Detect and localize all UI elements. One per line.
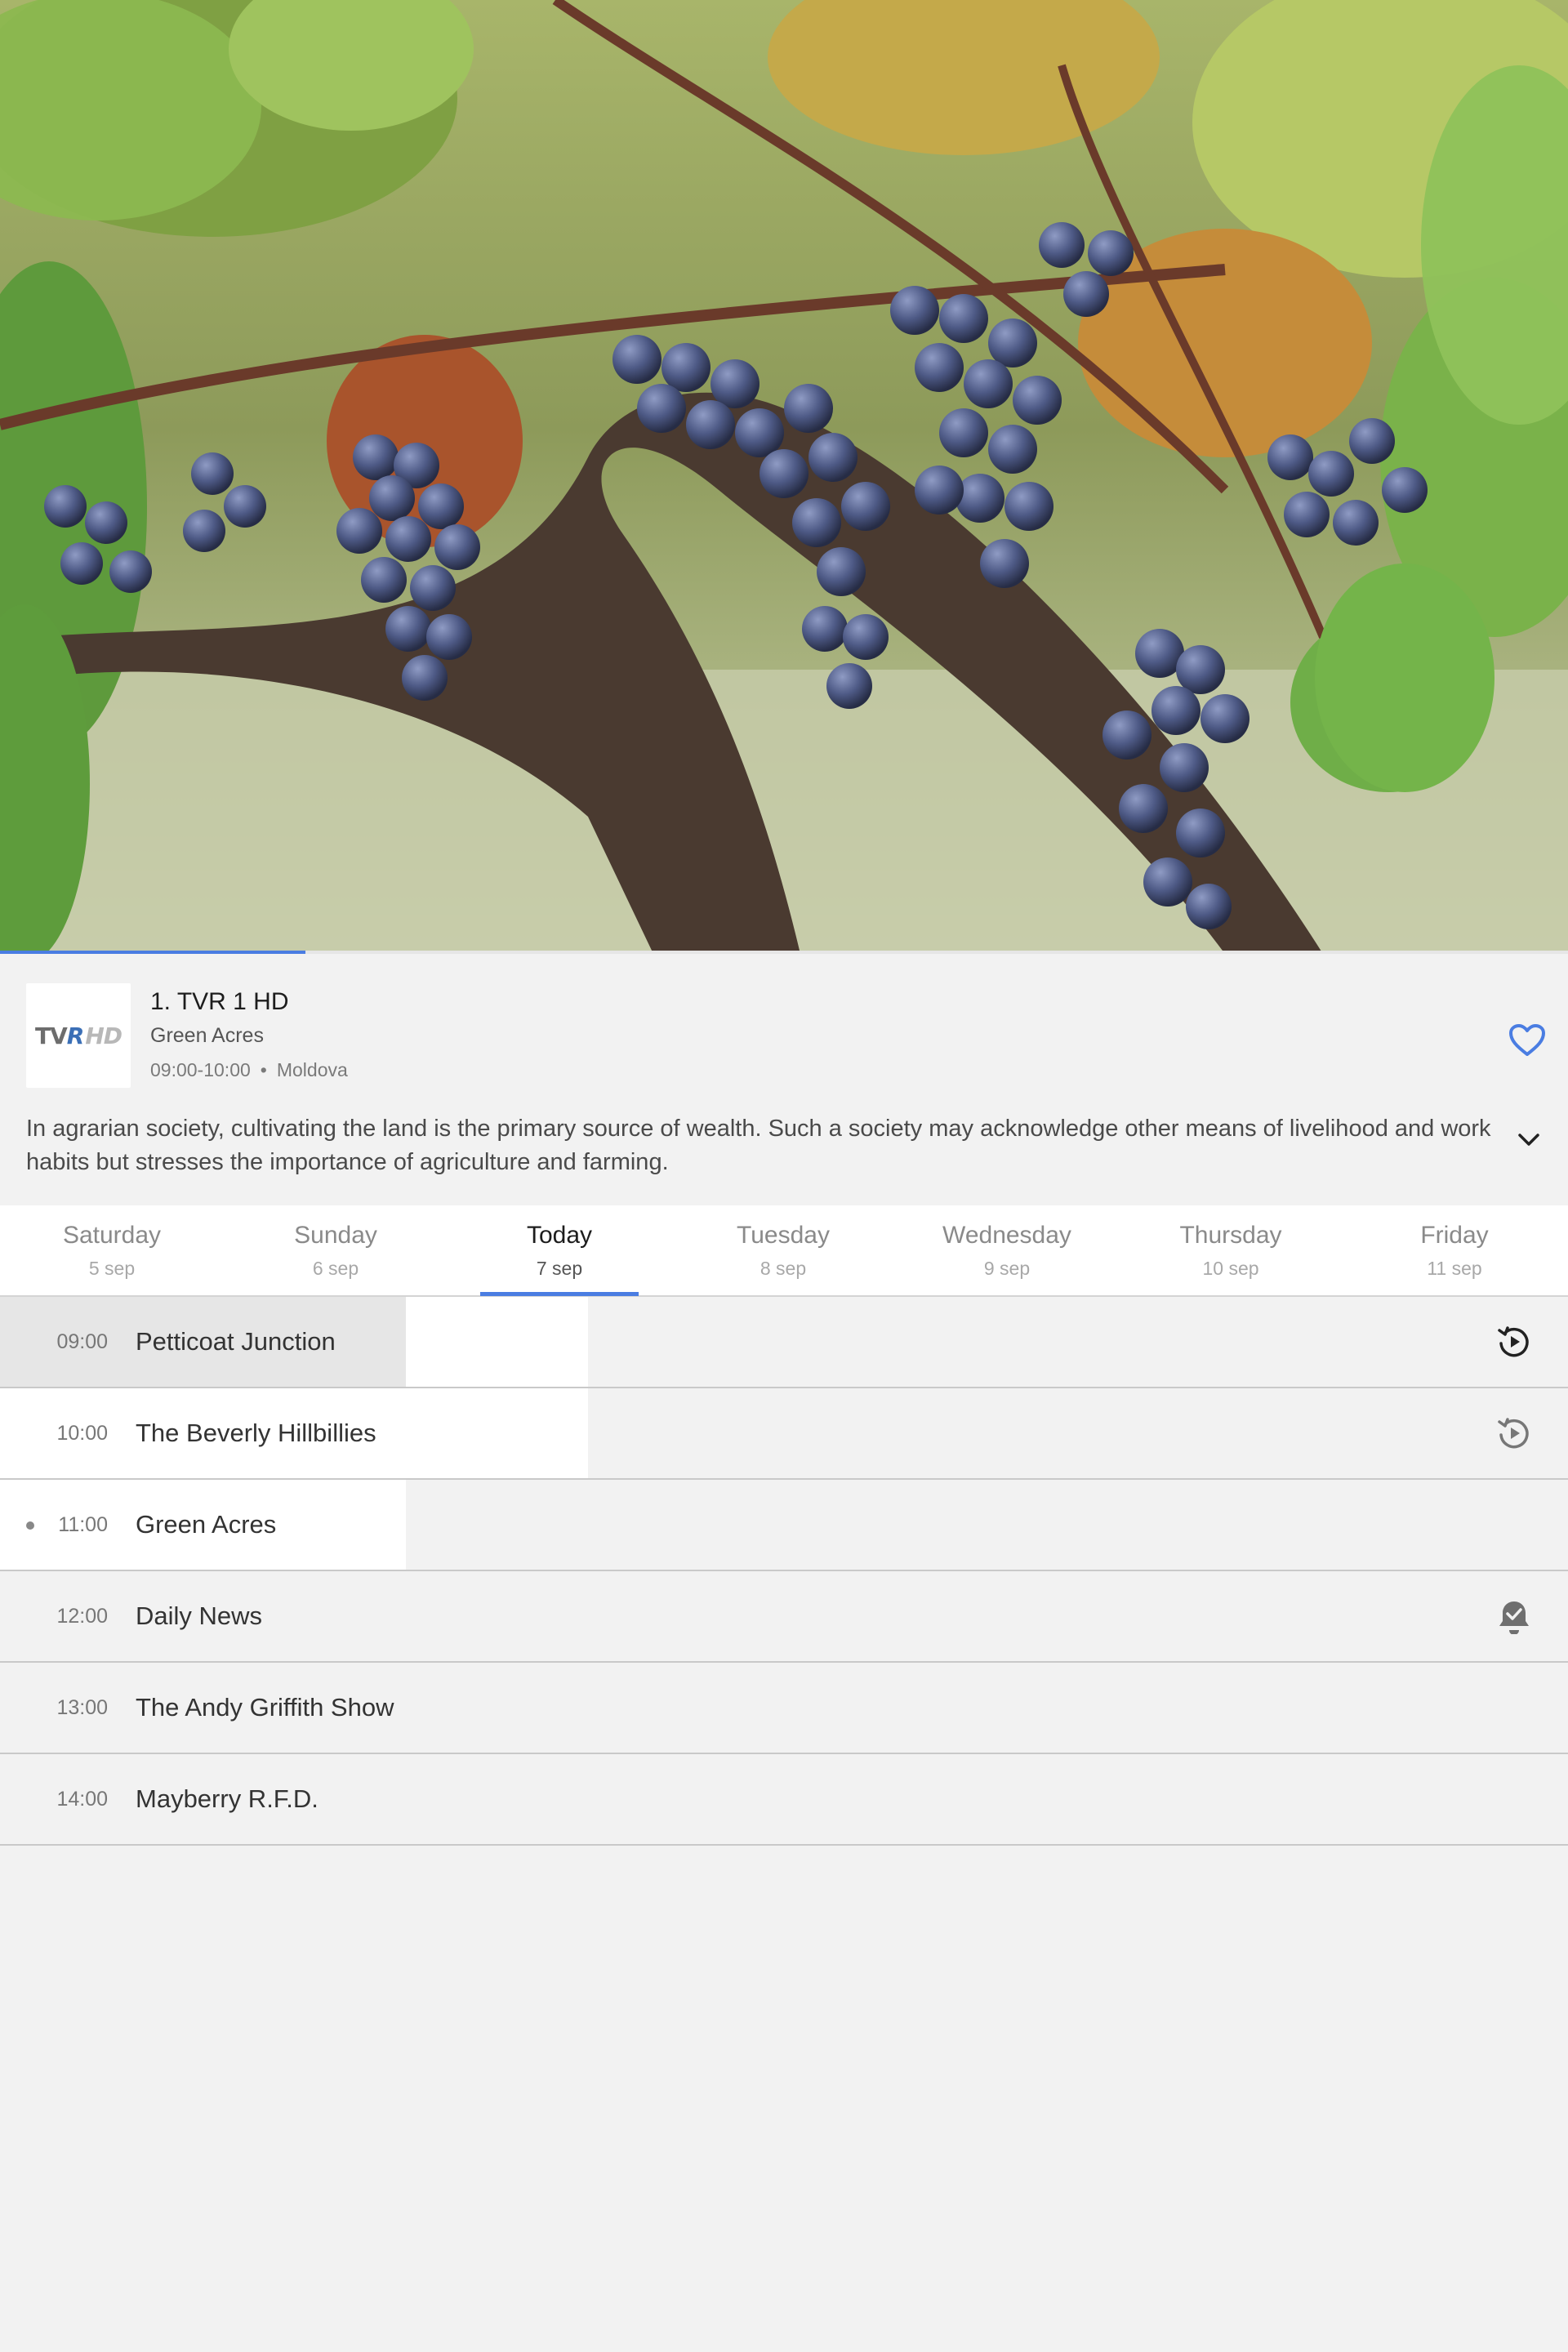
tvr-hd-logo-icon: TVRHD	[34, 1022, 122, 1049]
program-title: Mayberry R.F.D.	[136, 1784, 318, 1813]
tab-day-label: Saturday	[62, 1222, 162, 1249]
tab-thursday[interactable]: Thursday 10 sep	[1119, 1205, 1343, 1295]
program-title: Daily News	[136, 1601, 263, 1630]
tab-day-label: Friday	[1420, 1222, 1489, 1249]
heart-outline-icon	[1509, 1024, 1545, 1056]
expand-description-button[interactable]	[1508, 1119, 1550, 1161]
tab-today[interactable]: Today 7 sep	[448, 1205, 671, 1295]
schedule-row[interactable]: 10:00 The Beverly Hillbillies	[0, 1388, 1568, 1480]
channel-name: 1. TVR 1 HD	[150, 988, 289, 1015]
schedule-row[interactable]: 12:00 Daily News	[0, 1571, 1568, 1663]
show-description: In agrarian society, cultivating the lan…	[26, 1116, 1491, 1175]
meta-separator: •	[260, 1059, 267, 1080]
tab-day-label: Wednesday	[942, 1222, 1071, 1249]
schedule-row[interactable]: 09:00 Petticoat Junction	[0, 1297, 1568, 1388]
schedule-row[interactable]: 13:00 The Andy Griffith Show	[0, 1663, 1568, 1754]
tab-friday[interactable]: Friday 11 sep	[1343, 1205, 1566, 1295]
program-time: 10:00	[56, 1422, 108, 1445]
row-highlight	[406, 1297, 588, 1387]
program-title: The Beverly Hillbillies	[136, 1419, 376, 1447]
show-time-range: 09:00-10:00	[150, 1059, 251, 1080]
reminder-button[interactable]	[1491, 1593, 1537, 1639]
show-region: Moldova	[276, 1059, 348, 1080]
playback-progress-bar[interactable]	[0, 951, 1568, 954]
tab-wednesday[interactable]: Wednesday 9 sep	[895, 1205, 1119, 1295]
tab-date-label: 9 sep	[983, 1258, 1031, 1279]
grapevine-image	[0, 0, 1568, 954]
program-time: 12:00	[56, 1605, 108, 1628]
channel-logo: TVRHD	[26, 983, 131, 1088]
tab-day-label: Tuesday	[737, 1222, 830, 1249]
chevron-down-icon	[1518, 1134, 1539, 1146]
replay-icon	[1498, 1418, 1529, 1449]
video-player[interactable]	[0, 0, 1568, 954]
program-time: 14:00	[56, 1788, 108, 1811]
replay-button[interactable]	[1491, 1410, 1537, 1456]
replay-icon	[1498, 1326, 1529, 1357]
tab-day-label: Today	[526, 1222, 593, 1249]
tab-day-label: Thursday	[1179, 1222, 1282, 1249]
program-title: Green Acres	[136, 1510, 277, 1539]
tab-saturday[interactable]: Saturday 5 sep	[0, 1205, 224, 1295]
current-show-title: Green Acres	[150, 1024, 264, 1047]
day-tabs: Saturday 5 sep Sunday 6 sep Today 7 sep …	[0, 1205, 1568, 1297]
playback-progress-fill	[0, 951, 306, 954]
program-title: The Andy Griffith Show	[136, 1693, 394, 1722]
program-time: 09:00	[56, 1330, 108, 1353]
show-meta: 09:00-10:00 • Moldova	[150, 1059, 348, 1081]
tab-date-label: 10 sep	[1202, 1258, 1259, 1279]
tab-date-label: 6 sep	[312, 1258, 359, 1279]
tab-date-label: 5 sep	[88, 1258, 136, 1279]
schedule-row[interactable]: 14:00 Mayberry R.F.D.	[0, 1754, 1568, 1846]
program-time: 13:00	[56, 1696, 108, 1719]
tab-tuesday[interactable]: Tuesday 8 sep	[671, 1205, 895, 1295]
favorite-button[interactable]	[1504, 1018, 1550, 1063]
tab-day-label: Sunday	[294, 1222, 377, 1249]
replay-button[interactable]	[1491, 1319, 1537, 1365]
program-time: 11:00	[58, 1513, 108, 1536]
tab-sunday[interactable]: Sunday 6 sep	[224, 1205, 448, 1295]
schedule-row-live[interactable]: 11:00 Green Acres	[0, 1480, 1568, 1571]
tab-date-label: 11 sep	[1427, 1258, 1482, 1279]
channel-info-panel: TVRHD 1. TVR 1 HD Green Acres 09:00-10:0…	[0, 956, 1568, 1205]
tab-date-label: 8 sep	[760, 1258, 807, 1279]
program-title: Petticoat Junction	[136, 1327, 336, 1356]
active-tab-indicator	[480, 1292, 639, 1296]
tab-date-label: 7 sep	[536, 1258, 583, 1279]
reminder-set-icon	[1499, 1601, 1529, 1634]
program-schedule: 09:00 Petticoat Junction 10:00 The Bever…	[0, 1297, 1568, 1846]
